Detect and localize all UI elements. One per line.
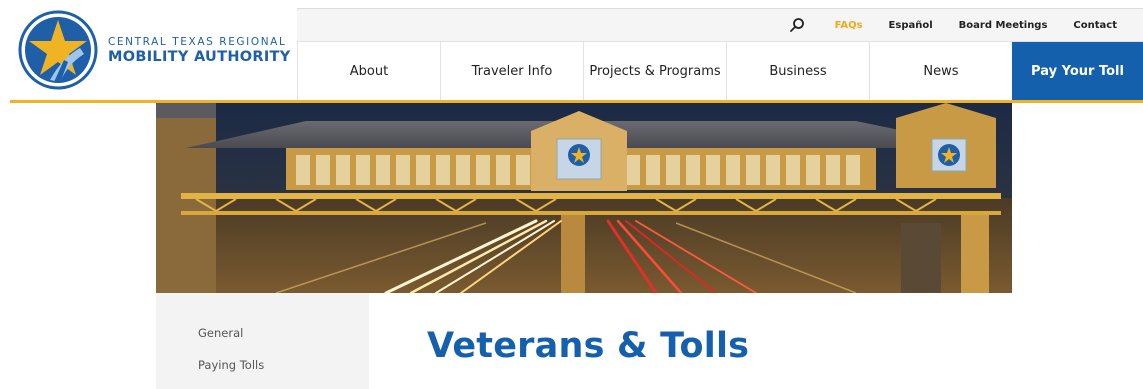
nav-item-about[interactable]: About [297, 42, 440, 101]
hero-image [156, 103, 1012, 293]
sidebar-item-paying-tolls[interactable]: Paying Tolls [198, 358, 264, 372]
util-link-espanol[interactable]: Español [889, 20, 933, 31]
logo-star-icon [18, 10, 98, 90]
site-logo[interactable]: CENTRAL TEXAS REGIONAL MOBILITY AUTHORIT… [0, 0, 297, 100]
site-header: CENTRAL TEXAS REGIONAL MOBILITY AUTHORIT… [0, 0, 1143, 103]
nav-item-business[interactable]: Business [726, 42, 869, 101]
sidebar-nav: General Paying Tolls [156, 293, 369, 389]
util-link-contact[interactable]: Contact [1073, 20, 1117, 31]
logo-text-line2: MOBILITY AUTHORITY [108, 48, 291, 65]
util-link-board-meetings[interactable]: Board Meetings [959, 20, 1048, 31]
nav-item-news[interactable]: News [869, 42, 1012, 101]
main-nav: About Traveler Info Projects & Programs … [297, 41, 1143, 101]
util-link-faqs[interactable]: FAQs [835, 20, 863, 31]
logo-text-line1: CENTRAL TEXAS REGIONAL [108, 35, 287, 48]
utility-nav: FAQs Español Board Meetings Contact [297, 8, 1143, 41]
page-title: Veterans & Tolls [427, 326, 750, 366]
pay-your-toll-button[interactable]: Pay Your Toll [1012, 42, 1143, 101]
toll-plaza-night-photo [156, 103, 1012, 293]
nav-item-traveler-info[interactable]: Traveler Info [440, 42, 583, 101]
nav-item-projects-programs[interactable]: Projects & Programs [583, 42, 726, 101]
sidebar-item-general[interactable]: General [198, 326, 243, 340]
search-icon[interactable] [789, 17, 805, 33]
